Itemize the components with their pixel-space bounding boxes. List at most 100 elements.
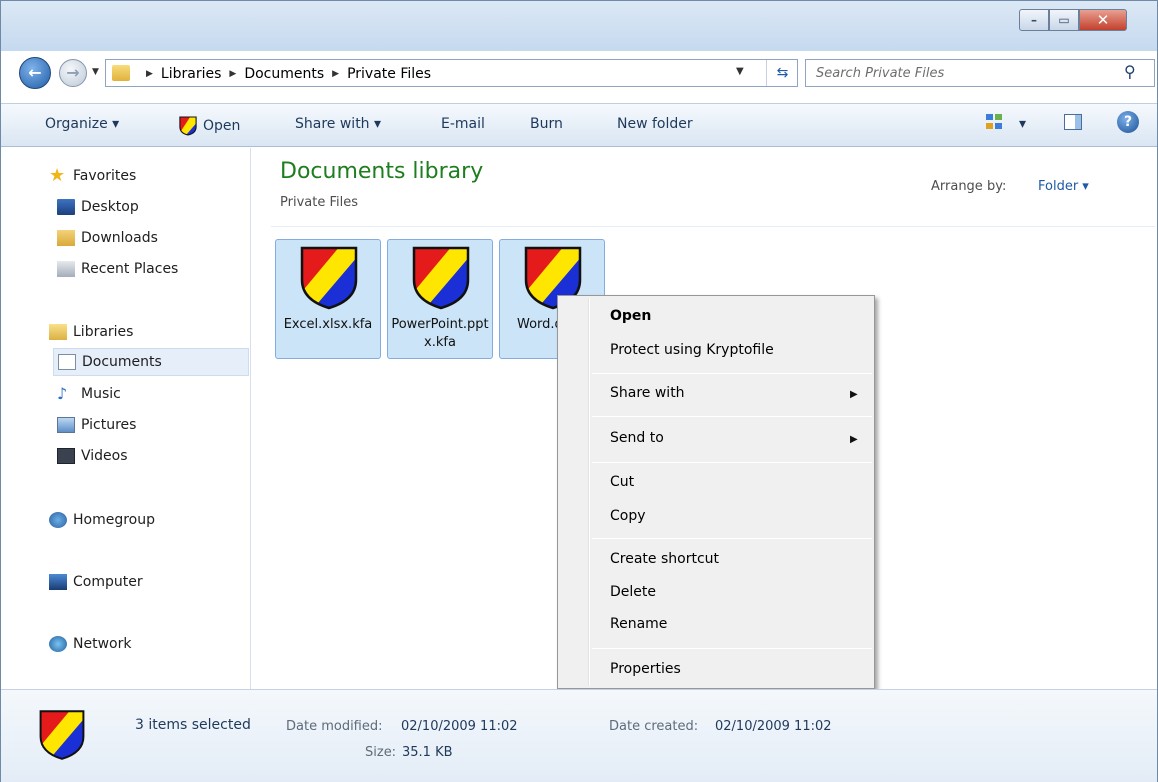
menu-item-open[interactable]: Open [610,308,651,324]
submenu-arrow-icon: ▶ [850,434,858,445]
sidebar-item-music[interactable]: ♪ Music [57,380,121,408]
menu-item-create-shortcut[interactable]: Create shortcut [610,551,719,567]
sidebar-item-label: Recent Places [81,261,179,277]
share-with-button[interactable]: Share with ▾ [295,116,381,132]
menu-item-send-to[interactable]: Send to [610,430,664,446]
date-modified-label: Date modified: [286,719,383,734]
menu-separator [592,648,872,649]
minimize-button[interactable]: – [1019,9,1049,31]
sidebar-item-label: Favorites [73,168,137,184]
file-item[interactable]: Excel.xlsx.kfa [275,239,381,359]
breadcrumb-separator-icon[interactable]: ▶ [229,69,236,79]
breadcrumb-separator-icon[interactable]: ▶ [146,69,153,79]
change-view-icon[interactable] [986,114,1004,130]
menu-item-protect-kryptofile[interactable]: Protect using Kryptofile [610,342,774,358]
downloads-icon [57,230,75,246]
menu-separator [592,373,872,374]
help-icon[interactable]: ? [1117,111,1139,133]
sidebar-item-pictures[interactable]: Pictures [57,411,136,439]
breadcrumb-documents[interactable]: Documents [244,66,324,82]
recent-places-icon [57,261,75,277]
menu-item-cut[interactable]: Cut [610,474,634,490]
maximize-icon: ▭ [1058,13,1070,27]
star-icon: ★ [49,165,66,186]
pictures-icon [57,417,75,433]
menu-item-properties[interactable]: Properties [610,661,681,677]
sidebar-item-desktop[interactable]: Desktop [57,193,139,221]
page-title: Documents library [280,159,484,184]
menu-item-delete[interactable]: Delete [610,584,656,600]
close-icon: ✕ [1096,11,1110,29]
back-button[interactable]: ← [19,57,51,89]
refresh-button[interactable]: ⇆ [766,60,798,86]
sidebar-item-libraries[interactable]: Libraries [49,318,133,346]
menu-separator [592,416,872,417]
sidebar-item-videos[interactable]: Videos [57,442,128,470]
breadcrumb-private-files[interactable]: Private Files [347,66,431,82]
close-button[interactable]: ✕ [1079,9,1127,31]
sidebar-item-label: Homegroup [73,512,156,528]
forward-button[interactable]: → [59,59,87,87]
sidebar-item-computer[interactable]: Computer [49,568,143,596]
desktop-icon [57,199,75,215]
breadcrumb-libraries[interactable]: Libraries [161,66,221,82]
kryptofile-shield-icon [179,116,197,136]
sidebar-item-label: Pictures [81,417,137,433]
new-folder-button[interactable]: New folder [617,116,693,132]
forward-arrow-icon: → [66,63,80,82]
sidebar-item-network[interactable]: Network [49,630,131,658]
details-pane: 3 items selected Date modified: 02/10/20… [1,689,1157,782]
file-name: Excel.xlsx.kfa [283,317,373,332]
sidebar-item-homegroup[interactable]: Homegroup [49,506,155,534]
email-button[interactable]: E-mail [441,116,485,132]
selection-count: 3 items selected [135,717,251,733]
refresh-icon: ⇆ [776,65,789,81]
sidebar-item-label: Videos [81,448,128,464]
search-box[interactable]: ⚲ [805,59,1155,87]
navigation-pane: ★ Favorites Desktop Downloads Recent Pla… [1,148,251,689]
size-label: Size: [365,745,397,760]
open-button[interactable]: Open [179,116,240,136]
sidebar-item-label: Libraries [73,324,134,340]
menu-item-rename[interactable]: Rename [610,616,667,632]
menu-separator [592,462,872,463]
menu-item-share-with[interactable]: Share with [610,385,685,401]
kryptofile-shield-icon [412,246,470,310]
recent-pages-dropdown[interactable]: ▼ [92,67,99,77]
burn-button[interactable]: Burn [530,116,563,132]
preview-pane-icon[interactable] [1064,114,1082,130]
maximize-button[interactable]: ▭ [1049,9,1079,31]
back-arrow-icon: ← [28,63,42,82]
size-value: 35.1 KB [402,745,453,760]
menu-item-copy[interactable]: Copy [610,508,646,524]
address-history-dropdown[interactable]: ▼ [736,66,744,77]
kryptofile-shield-icon [39,710,85,760]
arrange-by-dropdown[interactable]: Folder ▾ [1038,179,1089,194]
sidebar-item-downloads[interactable]: Downloads [57,224,158,252]
libraries-icon [49,324,67,340]
search-input[interactable] [816,64,1106,82]
documents-icon [58,354,76,370]
search-icon[interactable]: ⚲ [1124,62,1136,81]
sidebar-item-recent-places[interactable]: Recent Places [57,255,178,283]
folder-icon [112,65,130,81]
videos-icon [57,448,75,464]
open-label: Open [203,118,241,134]
page-subtitle: Private Files [280,195,358,210]
address-bar[interactable]: ▶ Libraries ▶ Documents ▶ Private Files … [105,59,798,87]
content-divider [271,226,1155,227]
music-note-icon: ♪ [57,384,68,403]
command-bar: Organize ▾ Open Share with ▾ E-mail Burn… [1,103,1157,147]
sidebar-item-label: Network [73,636,132,652]
sidebar-item-favorites[interactable]: ★ Favorites [49,162,136,190]
sidebar-item-label: Music [81,386,121,402]
file-item[interactable]: PowerPoint.pptx.kfa [387,239,493,359]
change-view-dropdown[interactable]: ▾ [1019,116,1026,132]
organize-button[interactable]: Organize ▾ [45,116,119,132]
title-bar[interactable]: – ▭ ✕ [1,1,1157,51]
homegroup-icon [49,512,67,528]
sidebar-item-label: Computer [73,574,143,590]
breadcrumb-separator-icon[interactable]: ▶ [332,69,339,79]
network-icon [49,636,67,652]
sidebar-item-documents[interactable]: Documents [53,348,249,376]
